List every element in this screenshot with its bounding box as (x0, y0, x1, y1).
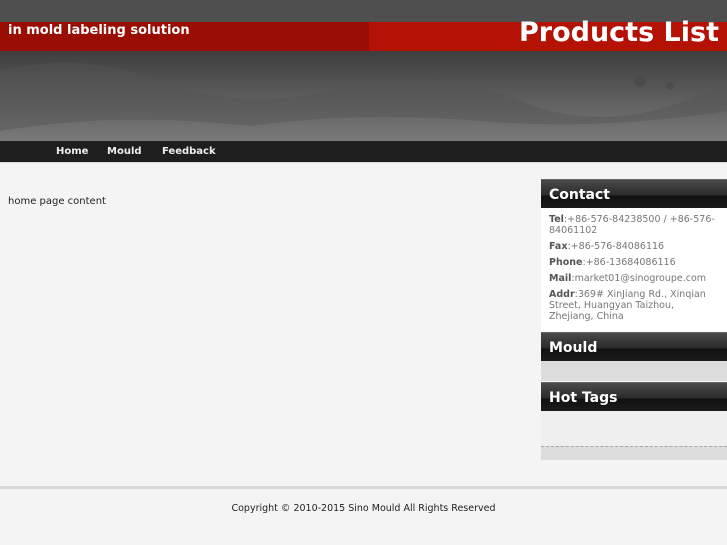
sidebar-footer (541, 446, 727, 460)
contact-addr: Addr:369# XinJiang Rd., Xinqian Street, … (549, 289, 706, 322)
footer-divider (0, 486, 727, 489)
contact-mail: Mail:market01@sinogroupe.com (549, 273, 707, 284)
hot-tags-list (541, 411, 727, 446)
mould-heading: Mould (541, 332, 727, 361)
site-tagline: in mold labeling solution (8, 23, 190, 38)
nav-home[interactable]: Home (56, 146, 88, 157)
sidebar: Contact Tel:+86-576-84238500 / +86-576-8… (541, 179, 727, 460)
nav-mould[interactable]: Mould (107, 146, 142, 157)
contact-phone: Phone:+86-13684086116 (549, 257, 676, 268)
main-content: home page content (8, 196, 106, 207)
contact-tel: Tel:+86-576-84238500 / +86-576-84061102 (549, 214, 715, 236)
page-title: Products List (518, 17, 719, 48)
main-nav: Home Mould Feedback (0, 141, 727, 163)
contact-heading: Contact (541, 179, 727, 208)
header-band: in mold labeling solution Products List (0, 17, 727, 51)
footer-copyright: Copyright © 2010-2015 Sino Mould All Rig… (231, 503, 496, 514)
hot-tags-heading: Hot Tags (541, 382, 727, 411)
contact-fax: Fax:+86-576-84086116 (549, 241, 665, 252)
paint-splash-decoration (0, 63, 727, 131)
header-banner-image (0, 51, 727, 141)
contact-info: Tel:+86-576-84238500 / +86-576-84061102 … (541, 208, 727, 332)
nav-feedback[interactable]: Feedback (162, 146, 216, 157)
mould-list (541, 361, 727, 381)
